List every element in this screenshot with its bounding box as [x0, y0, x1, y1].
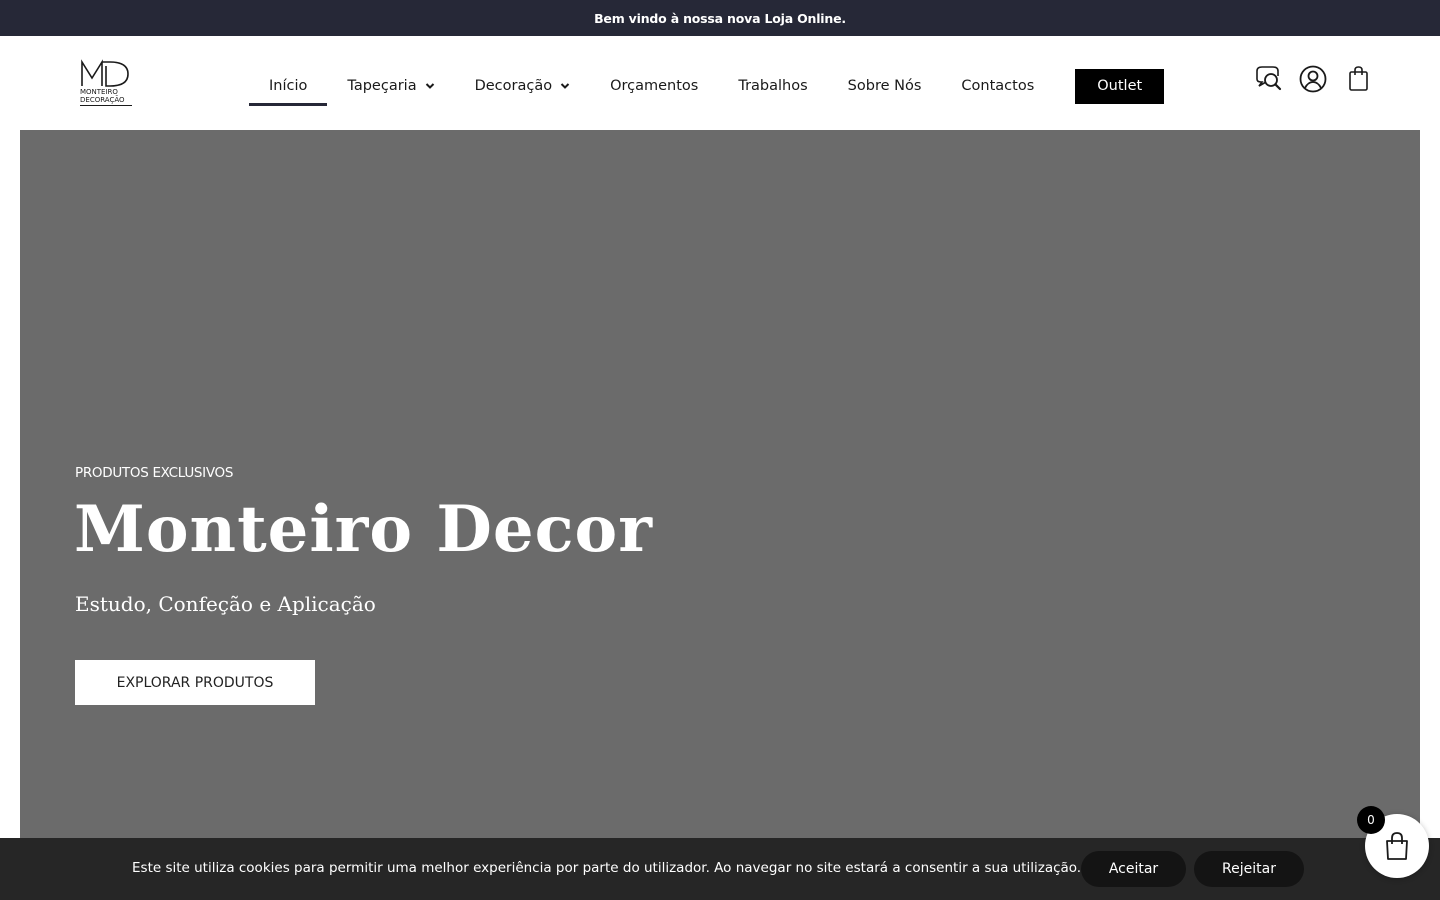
nav-item-sobre-nos[interactable]: Sobre Nós: [828, 66, 942, 106]
nav-item-label: Sobre Nós: [847, 78, 922, 94]
logo-line-1: MONTEIRO: [80, 88, 118, 96]
hero-subtitle: Estudo, Confeção e Aplicação: [75, 592, 376, 616]
nav-item-label: Início: [269, 78, 308, 94]
accept-cookies-button[interactable]: Aceitar: [1081, 851, 1186, 887]
announcement-text: Bem vindo à nossa nova Loja Online.: [594, 10, 846, 26]
account-button[interactable]: [1298, 64, 1328, 94]
nav-item-decoracao[interactable]: Decoração: [455, 66, 591, 106]
nav-item-label: Trabalhos: [738, 78, 808, 94]
cart-count-badge: 0: [1357, 806, 1385, 834]
nav-item-label: Contactos: [961, 78, 1035, 94]
outlet-label: Outlet: [1097, 78, 1143, 94]
nav-item-contactos[interactable]: Contactos: [941, 66, 1054, 106]
announcement-bar: Bem vindo à nossa nova Loja Online.: [0, 0, 1440, 36]
reject-cookies-button[interactable]: Rejeitar: [1194, 851, 1304, 887]
nav-item-orcamentos[interactable]: Orçamentos: [590, 66, 718, 106]
reject-label: Rejeitar: [1222, 861, 1276, 877]
shopping-bag-icon: [1349, 66, 1368, 91]
search-button[interactable]: [1253, 64, 1283, 94]
main-nav: Início Tapeçaria Decoração Orçamentos Tr…: [249, 66, 1165, 106]
nav-item-label: Decoração: [474, 78, 553, 94]
accept-label: Aceitar: [1108, 861, 1159, 877]
site-logo[interactable]: MONTEIRO DECORAÇÃO: [80, 58, 132, 110]
search-chat-icon: [1256, 66, 1282, 91]
site-header: MONTEIRO DECORAÇÃO Início Tapeçaria Deco…: [0, 36, 1440, 130]
cart-button[interactable]: [1346, 64, 1372, 94]
nav-item-label: Tapeçaria: [347, 78, 417, 94]
explore-products-button[interactable]: EXPLORAR PRODUTOS: [75, 660, 315, 705]
nav-item-label: Orçamentos: [610, 78, 699, 94]
chevron-down-icon: [425, 83, 434, 89]
chevron-down-icon: [560, 83, 570, 89]
explore-products-label: EXPLORAR PRODUTOS: [116, 674, 274, 691]
cookie-notice-text: Este site utiliza cookies para permitir …: [132, 860, 1082, 876]
hero-title: Monteiro Decor: [74, 492, 653, 567]
nav-item-inicio[interactable]: Início: [249, 66, 328, 106]
user-icon: [1299, 65, 1327, 93]
logo-monogram-icon: [81, 59, 129, 87]
outlet-button[interactable]: Outlet: [1075, 68, 1165, 104]
hero-kicker: PRODUTOS EXCLUSIVOS: [75, 465, 234, 481]
logo-line-2: DECORAÇÃO: [80, 96, 132, 106]
hero-banner: PRODUTOS EXCLUSIVOS Monteiro Decor Estud…: [20, 130, 1420, 838]
shopping-bag-icon: [1386, 832, 1408, 860]
nav-item-trabalhos[interactable]: Trabalhos: [718, 66, 827, 106]
cookie-banner: Este site utiliza cookies para permitir …: [0, 838, 1440, 900]
nav-item-tapecaria[interactable]: Tapeçaria: [327, 66, 454, 106]
